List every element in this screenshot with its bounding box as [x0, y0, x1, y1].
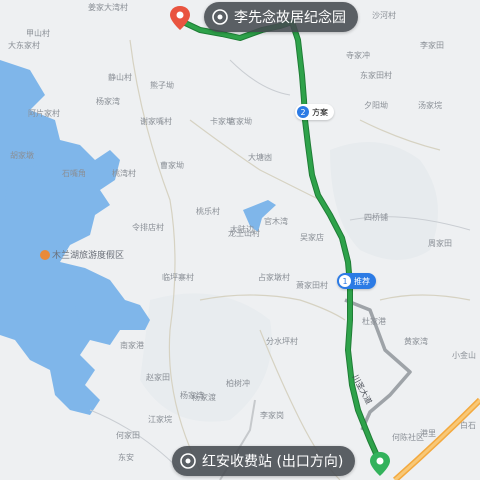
place-label: 令排店村	[132, 223, 164, 232]
scenic-area-label[interactable]: 木兰湖旅游度假区	[40, 248, 124, 261]
place-label: 赵家田	[146, 373, 170, 382]
place-label: 杜家港	[362, 317, 386, 326]
place-label: 分水坪村	[266, 337, 298, 346]
place-label: 大东家村	[8, 41, 40, 50]
place-label: 四桥铺	[364, 213, 388, 222]
place-label: 姜家大湾村	[88, 3, 128, 12]
destination-callout[interactable]: 红安收费站 (出口方向)	[172, 446, 356, 476]
place-label: 桃湾村	[112, 169, 136, 178]
place-label: 黄家湾	[404, 337, 428, 346]
place-label: 江家垸	[148, 415, 172, 424]
place-label: 东家田村	[360, 71, 392, 80]
place-label: 柏树冲	[226, 379, 250, 388]
place-label: 官木湾	[264, 217, 288, 226]
place-label: 大塘凼	[248, 153, 272, 162]
place-label: 南家港	[120, 341, 144, 350]
route-number: 1	[339, 275, 351, 287]
place-label: 汤家垸	[418, 101, 442, 110]
place-label: 熊子坳	[150, 81, 174, 90]
place-label: 萧家田村	[296, 281, 328, 290]
place-label: 李家田	[420, 41, 444, 50]
place-label: 东安	[118, 453, 134, 462]
location-pin-icon	[180, 453, 196, 469]
map-canvas[interactable]	[0, 0, 480, 480]
place-label: 何家田	[116, 431, 140, 440]
place-label: 白石	[460, 421, 476, 430]
scenic-poi-icon	[40, 250, 50, 260]
place-label: 官家坳	[228, 117, 252, 126]
place-label: 石嘴角	[62, 169, 86, 178]
route-tag-label: 方案	[312, 107, 328, 117]
place-label: 临坪寨村	[162, 273, 194, 282]
place-label: 杨家湾	[180, 391, 204, 400]
route-option-1-tag[interactable]: 1 推荐	[337, 273, 376, 289]
place-label: 杨家湾	[96, 97, 120, 106]
place-label: 李家岗	[260, 411, 284, 420]
place-label: 静山村	[108, 73, 132, 82]
destination-callout-text: 红安收费站 (出口方向)	[202, 454, 344, 470]
place-label: 吴家店	[300, 233, 324, 242]
place-label: 占家墩村	[258, 273, 290, 282]
route-option-2-tag[interactable]: 2 方案	[295, 104, 334, 120]
place-label: 寺家冲	[346, 51, 370, 60]
place-label: 大陆边	[230, 225, 254, 234]
place-label: 阿片家村	[28, 109, 60, 118]
place-label: 谢家嘴村	[140, 117, 172, 126]
place-label: 曹家坳	[160, 161, 184, 170]
location-pin-icon	[212, 9, 228, 25]
route-tag-label: 推荐	[354, 276, 370, 286]
place-label: 甲山村	[26, 29, 50, 38]
place-label: 桃乐村	[196, 207, 220, 216]
place-label: 小金山	[452, 351, 476, 360]
place-label: 夕阳坳	[364, 101, 388, 110]
route-number: 2	[297, 106, 309, 118]
place-label: 周家田	[428, 239, 452, 248]
origin-callout-text: 李先念故居纪念园	[234, 10, 346, 26]
place-label: 胡家墩	[10, 151, 34, 160]
place-label: 沙河村	[372, 11, 396, 20]
origin-callout[interactable]: 李先念故居纪念园	[204, 2, 358, 32]
place-label: 港里	[420, 429, 436, 438]
